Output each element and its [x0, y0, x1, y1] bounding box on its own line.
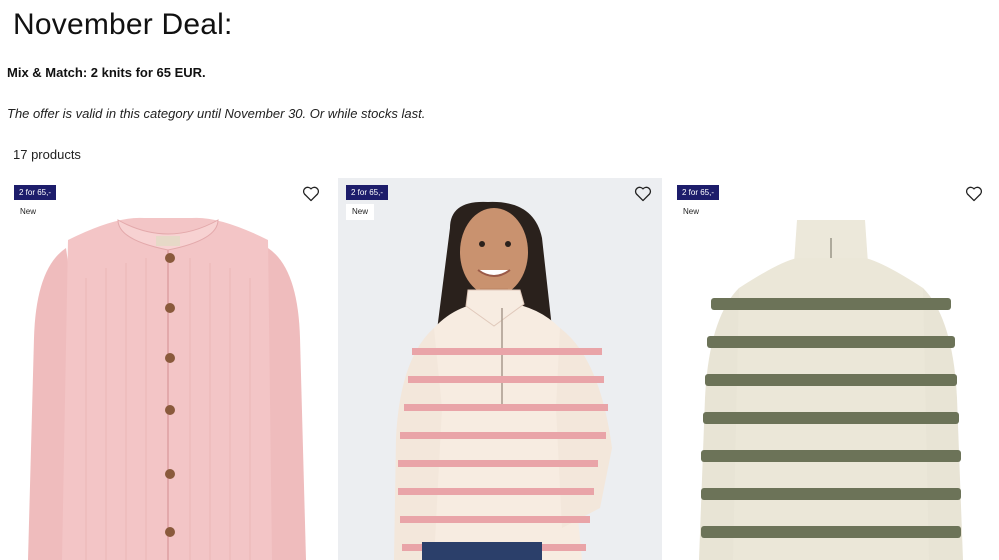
product-image[interactable] [338, 178, 662, 560]
deal-badge: 2 for 65,- [677, 185, 720, 200]
deal-badge: 2 for 65,- [346, 185, 389, 200]
pink-cardigan-image [6, 178, 330, 560]
favorite-button[interactable] [300, 184, 322, 204]
new-badge: New [677, 204, 706, 220]
product-image[interactable] [669, 178, 993, 560]
heart-outline-icon [302, 186, 320, 202]
promo-line: Mix & Match: 2 knits for 65 EUR. [7, 65, 206, 80]
new-badge: New [346, 204, 375, 220]
new-badge: New [14, 204, 43, 220]
olive-striped-sweater-image [669, 178, 993, 560]
product-card[interactable]: 2 for 65,- New [669, 178, 993, 560]
product-image[interactable] [6, 178, 330, 560]
favorite-button[interactable] [632, 184, 654, 204]
model-sweater-image [338, 178, 662, 560]
offer-note: The offer is valid in this category unti… [7, 106, 426, 121]
heart-outline-icon [965, 186, 983, 202]
favorite-button[interactable] [963, 184, 985, 204]
product-count: 17 products [13, 147, 81, 162]
heart-outline-icon [634, 186, 652, 202]
deal-badge: 2 for 65,- [14, 185, 57, 200]
product-card[interactable]: 2 for 65,- New [6, 178, 330, 560]
page-title: November Deal: [13, 8, 233, 41]
product-grid: 2 for 65,- New 2 for 65,- New 2 for 65,-… [0, 178, 999, 560]
product-card[interactable]: 2 for 65,- New [338, 178, 662, 560]
